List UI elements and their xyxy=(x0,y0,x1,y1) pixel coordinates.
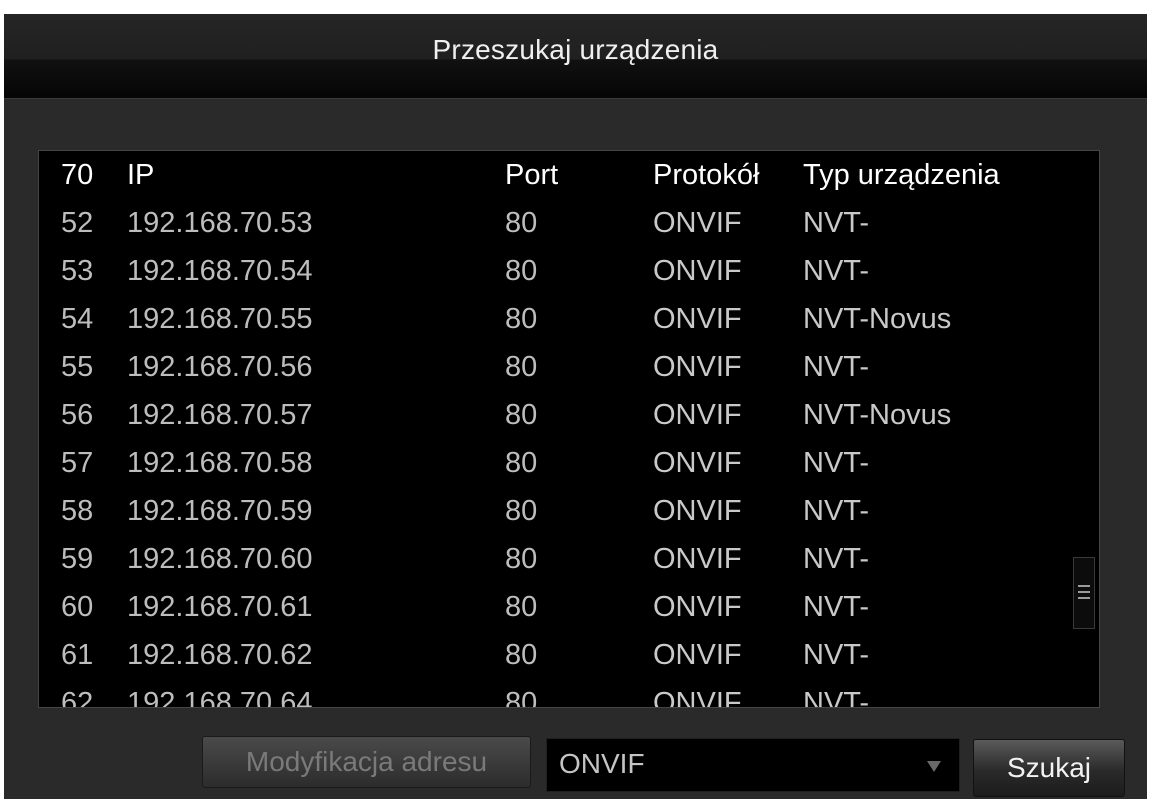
cell-row-number: 55 xyxy=(61,351,94,383)
cell-ip-address: 192.168.70.53 xyxy=(127,207,313,239)
cell-ip-address: 192.168.70.57 xyxy=(127,399,313,431)
dialog-title: Przeszukaj urządzenia xyxy=(432,34,719,65)
cell-port: 80 xyxy=(505,495,538,527)
table-row[interactable]: 62 192.168.70.64 80 ONVIF NVT- xyxy=(39,679,1079,708)
cell-port: 80 xyxy=(505,351,538,383)
cell-port: 80 xyxy=(505,255,538,287)
cell-port: 80 xyxy=(505,639,538,671)
cell-row-number: 57 xyxy=(61,447,94,479)
cell-protocol: ONVIF xyxy=(653,255,742,287)
cell-port: 80 xyxy=(505,303,538,335)
cell-row-number: 61 xyxy=(61,639,94,671)
table-row[interactable]: 58 192.168.70.59 80 ONVIF NVT- xyxy=(39,487,1079,535)
title-bar: Przeszukaj urządzenia xyxy=(4,14,1147,99)
cell-ip-address: 192.168.70.59 xyxy=(127,495,313,527)
scrollbar[interactable] xyxy=(1073,151,1095,707)
cell-device-type: NVT- xyxy=(803,495,870,527)
cell-row-number: 62 xyxy=(61,687,94,708)
table-row[interactable]: 61 192.168.70.62 80 ONVIF NVT- xyxy=(39,631,1079,679)
cell-row-number: 54 xyxy=(61,303,94,335)
cell-device-type: NVT-Novus xyxy=(803,399,952,431)
cell-ip-address: 192.168.70.60 xyxy=(127,543,313,575)
cell-device-type: NVT- xyxy=(803,591,870,623)
cell-port: 80 xyxy=(505,399,538,431)
table-row[interactable]: 54 192.168.70.55 80 ONVIF NVT-Novus xyxy=(39,295,1079,343)
cell-ip-address: 192.168.70.64 xyxy=(127,687,313,708)
table-row[interactable]: 53 192.168.70.54 80 ONVIF NVT- xyxy=(39,247,1079,295)
table-row[interactable]: 52 192.168.70.53 80 ONVIF NVT- xyxy=(39,199,1079,247)
table-row[interactable]: 57 192.168.70.58 80 ONVIF NVT- xyxy=(39,439,1079,487)
cell-device-type: NVT-Novus xyxy=(803,303,952,335)
table-row[interactable]: 55 192.168.70.56 80 ONVIF NVT- xyxy=(39,343,1079,391)
cell-ip-address: 192.168.70.54 xyxy=(127,255,313,287)
cell-device-type: NVT- xyxy=(803,447,870,479)
dropdown-arrow-icon[interactable] xyxy=(927,761,941,772)
cell-row-number: 53 xyxy=(61,255,94,287)
cell-protocol: ONVIF xyxy=(653,351,742,383)
search-devices-dialog: Przeszukaj urządzenia 70 IP Port Protokó… xyxy=(0,0,1151,801)
cell-protocol: ONVIF xyxy=(653,543,742,575)
cell-ip-address: 192.168.70.56 xyxy=(127,351,313,383)
cell-protocol: ONVIF xyxy=(653,207,742,239)
protocol-select-value: ONVIF xyxy=(559,748,645,779)
cell-port: 80 xyxy=(505,687,538,708)
device-list[interactable]: 70 IP Port Protokół Typ urządzenia 52 192… xyxy=(38,150,1100,708)
cell-protocol: ONVIF xyxy=(653,447,742,479)
table-row[interactable]: 59 192.168.70.60 80 ONVIF NVT- xyxy=(39,535,1079,583)
search-button[interactable]: Szukaj xyxy=(973,739,1125,797)
cell-row-number: 52 xyxy=(61,207,94,239)
cell-row-number: 58 xyxy=(61,495,94,527)
cell-ip-address: 192.168.70.55 xyxy=(127,303,313,335)
cell-port: 80 xyxy=(505,543,538,575)
cell-ip-address: 192.168.70.61 xyxy=(127,591,313,623)
table-row[interactable]: 56 192.168.70.57 80 ONVIF NVT-Novus xyxy=(39,391,1079,439)
cell-port: 80 xyxy=(505,591,538,623)
cell-device-type: NVT- xyxy=(803,351,870,383)
column-header-protocol: Protokół xyxy=(653,159,760,191)
table-row[interactable]: 60 192.168.70.61 80 ONVIF NVT- xyxy=(39,583,1079,631)
cell-protocol: ONVIF xyxy=(653,399,742,431)
column-header-count: 70 xyxy=(61,159,94,191)
scrollbar-thumb[interactable] xyxy=(1073,557,1095,629)
table-header-row: 70 IP Port Protokół Typ urządzenia xyxy=(39,151,1079,199)
column-header-ip: IP xyxy=(127,159,155,191)
cell-device-type: NVT- xyxy=(803,207,870,239)
cell-device-type: NVT- xyxy=(803,255,870,287)
cell-protocol: ONVIF xyxy=(653,687,742,708)
modify-address-button[interactable]: Modyfikacja adresu xyxy=(202,736,531,788)
cell-row-number: 59 xyxy=(61,543,94,575)
cell-device-type: NVT- xyxy=(803,639,870,671)
cell-ip-address: 192.168.70.62 xyxy=(127,639,313,671)
cell-device-type: NVT- xyxy=(803,543,870,575)
column-header-device-type: Typ urządzenia xyxy=(803,159,1000,191)
cell-row-number: 56 xyxy=(61,399,94,431)
grip-icon xyxy=(1078,585,1090,599)
cell-protocol: ONVIF xyxy=(653,495,742,527)
cell-port: 80 xyxy=(505,207,538,239)
cell-protocol: ONVIF xyxy=(653,639,742,671)
cell-protocol: ONVIF xyxy=(653,591,742,623)
column-header-port: Port xyxy=(505,159,559,191)
cell-protocol: ONVIF xyxy=(653,303,742,335)
cell-row-number: 60 xyxy=(61,591,94,623)
cell-ip-address: 192.168.70.58 xyxy=(127,447,313,479)
protocol-select[interactable]: ONVIF xyxy=(546,738,960,792)
cell-port: 80 xyxy=(505,447,538,479)
cell-device-type: NVT- xyxy=(803,687,870,708)
